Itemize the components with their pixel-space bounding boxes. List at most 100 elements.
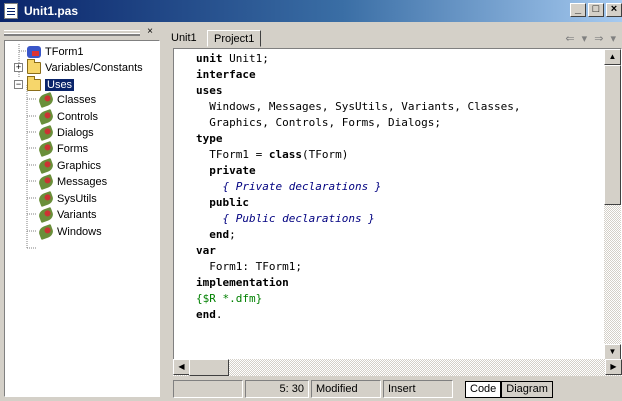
code-line[interactable]: Windows, Messages, SysUtils, Variants, C… <box>196 99 521 115</box>
window-titlebar[interactable]: Unit1.pas _ □ × <box>0 0 622 22</box>
scroll-left-button[interactable]: ◀ <box>173 359 190 375</box>
code-token: . <box>215 308 223 321</box>
tree-item-label: Variants <box>57 209 97 221</box>
tree-item[interactable]: Variants <box>37 206 97 224</box>
maximize-button[interactable]: □ <box>588 3 604 17</box>
code-editor: Unit1 Project1 ⇐ ▾ ⇒ ▾ unit Unit1; interf… <box>163 22 622 401</box>
code-token: ; <box>229 228 236 241</box>
code-line[interactable]: implementation <box>196 275 521 291</box>
code-line[interactable]: unit Unit1; <box>196 51 521 67</box>
folder-icon <box>27 76 41 91</box>
unit-icon <box>37 140 55 158</box>
code-line[interactable]: type <box>196 131 521 147</box>
tree-item[interactable]: Classes <box>37 91 97 109</box>
panel-grip[interactable] <box>4 30 140 36</box>
vertical-scroll-thumb[interactable] <box>604 65 621 205</box>
code-line[interactable]: {$R *.dfm} <box>196 291 521 307</box>
code-token: public <box>209 196 249 209</box>
tree-item[interactable]: SysUtils <box>37 190 97 208</box>
code-token: class <box>268 148 302 161</box>
code-token: TForm1 = <box>196 148 269 161</box>
window-title: Unit1.pas <box>24 4 79 18</box>
tab-diagram[interactable]: Diagram <box>501 380 553 398</box>
tree-item[interactable]: Messages <box>37 173 108 191</box>
tab-code[interactable]: Code <box>465 380 502 398</box>
code-line[interactable]: Graphics, Controls, Forms, Dialogs; <box>196 115 521 131</box>
scroll-down-button[interactable]: ▼ <box>604 344 621 360</box>
code-line[interactable]: TForm1 = class(TForm) <box>196 147 521 163</box>
code-token: { Public declarations } <box>196 212 375 225</box>
code-line[interactable]: { Public declarations } <box>196 211 521 227</box>
tree-item-label: Windows <box>57 226 102 238</box>
code-line[interactable]: uses <box>196 83 521 99</box>
tree-expander[interactable]: + <box>14 63 23 72</box>
tree-item-label: SysUtils <box>57 193 97 205</box>
unit-icon <box>37 173 55 191</box>
code-token: Form1: TForm1; <box>196 260 302 273</box>
tree-item[interactable]: Uses <box>27 76 75 92</box>
code-line[interactable]: end; <box>196 227 521 243</box>
code-token: type <box>196 132 223 145</box>
tree-item[interactable]: Forms <box>37 140 89 158</box>
vertical-scrollbar[interactable]: ▲ ▼ <box>604 49 621 360</box>
unit-icon <box>37 91 55 109</box>
unit-icon <box>37 124 55 142</box>
code-line[interactable]: end. <box>196 307 521 323</box>
form-icon <box>27 46 41 58</box>
code-line[interactable]: interface <box>196 67 521 83</box>
unit-icon <box>37 157 55 175</box>
code-token: uses <box>196 84 223 97</box>
horizontal-scrollbar[interactable]: ◀ ▶ <box>173 359 622 376</box>
code-token: private <box>209 164 256 177</box>
scroll-right-button[interactable]: ▶ <box>605 359 622 375</box>
close-button[interactable]: × <box>606 3 622 17</box>
unit-icon <box>37 223 55 241</box>
code-line[interactable]: Form1: TForm1; <box>196 259 521 275</box>
file-icon <box>4 3 18 19</box>
code-token: Unit1; <box>222 52 269 65</box>
tree-item-label: Forms <box>57 143 89 155</box>
tree-expander[interactable]: − <box>14 80 23 89</box>
unit-icon <box>37 206 55 224</box>
code-token: Windows, Messages, SysUtils, Variants, C… <box>196 100 521 113</box>
scroll-up-button[interactable]: ▲ <box>604 49 621 65</box>
editor-gutter[interactable] <box>174 49 192 375</box>
code-token: end <box>196 308 216 321</box>
tree-item-label: Messages <box>57 176 108 188</box>
code-area[interactable]: unit Unit1; interface uses Windows, Messag… <box>173 48 622 376</box>
window-controls: _ □ × <box>570 3 622 17</box>
tree-item[interactable]: Variables/Constants <box>27 59 143 75</box>
tree-item[interactable]: TForm1 <box>27 45 84 59</box>
code-token: { Private declarations } <box>196 180 382 193</box>
code-line[interactable]: public <box>196 195 521 211</box>
cursor-position: 5: 30 <box>245 380 309 398</box>
minimize-button[interactable]: _ <box>570 3 586 17</box>
code-token: {$R *.dfm} <box>196 292 263 305</box>
tree-item-label: Graphics <box>57 160 102 172</box>
code-line[interactable]: private <box>196 163 521 179</box>
code-token: implementation <box>196 276 289 289</box>
code-line[interactable]: var <box>196 243 521 259</box>
code-token: interface <box>196 68 256 81</box>
tab-unit1[interactable]: Unit1 <box>165 30 203 47</box>
tree-item-label: Classes <box>57 94 97 106</box>
code-token: end <box>209 228 230 241</box>
status-bar: 5: 30 Modified Insert Code Diagram <box>173 378 622 400</box>
code-line[interactable]: { Private declarations } <box>196 179 521 195</box>
folder-icon <box>27 59 41 74</box>
structure-tree[interactable]: TForm1 + Variables/Constants − Uses Classes Co… <box>4 40 160 397</box>
tree-item-label: Variables/Constants <box>45 62 143 74</box>
tree-item[interactable]: Windows <box>37 223 102 241</box>
tree-item[interactable]: Dialogs <box>37 124 94 142</box>
tree-item[interactable]: Graphics <box>37 157 102 175</box>
navigation-arrows[interactable]: ⇐ ▾ ⇒ ▾ <box>565 32 618 45</box>
tree-item[interactable]: Controls <box>37 108 98 126</box>
source-code[interactable]: unit Unit1; interface uses Windows, Messag… <box>196 51 521 323</box>
horizontal-scroll-thumb[interactable] <box>189 359 229 376</box>
structure-panel: × TForm1 + Variables/Constants − Uses Classes… <box>0 22 163 401</box>
tab-project1[interactable]: Project1 <box>207 30 262 47</box>
panel-close-icon[interactable]: × <box>145 27 155 37</box>
